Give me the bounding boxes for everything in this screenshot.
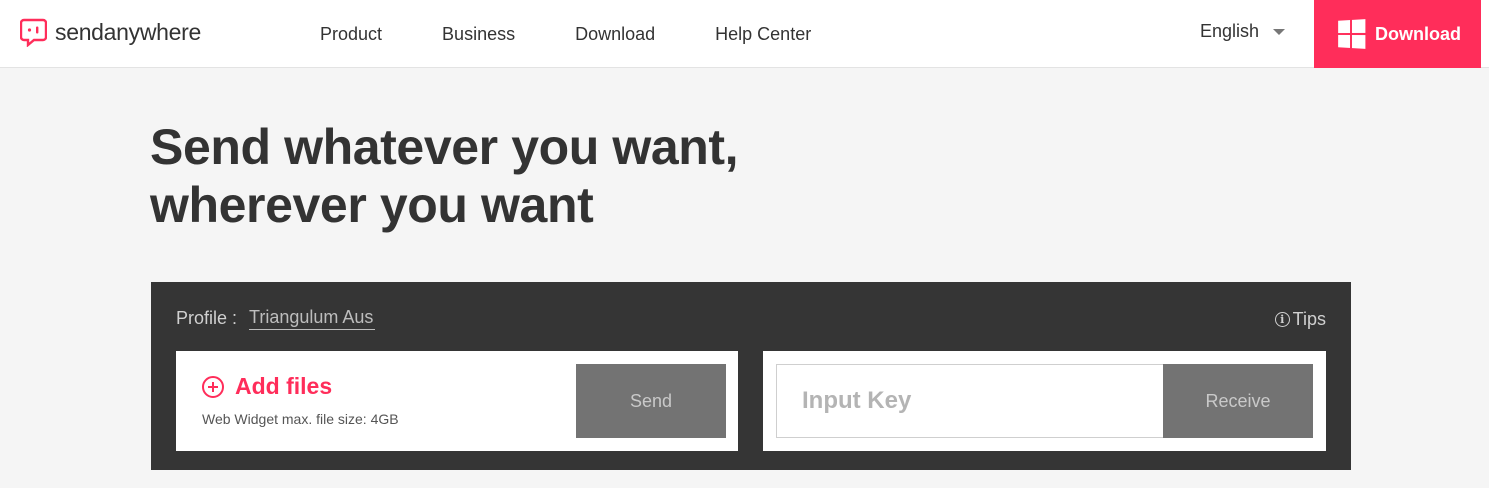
tips-button[interactable]: i Tips xyxy=(1274,309,1326,330)
send-button[interactable]: Send xyxy=(576,364,726,438)
file-size-note: Web Widget max. file size: 4GB xyxy=(202,411,399,427)
add-files-button[interactable]: Add files xyxy=(202,373,332,400)
plus-circle-icon xyxy=(202,375,224,398)
sendanywhere-logo-icon xyxy=(20,18,47,47)
language-selected-label: English xyxy=(1200,20,1260,41)
hero-line-2: wherever you want xyxy=(150,177,594,233)
brand-name: sendanywhere xyxy=(55,18,202,45)
profile-label: Profile : xyxy=(176,308,238,328)
input-key-field[interactable] xyxy=(776,364,1164,438)
profile-row: Profile : Triangulum Aus xyxy=(176,307,376,330)
receive-panel: Receive xyxy=(763,351,1326,451)
brand-logo[interactable]: sendanywhere xyxy=(20,16,201,48)
top-navigation-bar: sendanywhere Product Business Download H… xyxy=(0,0,1489,68)
chevron-down-icon xyxy=(1273,29,1286,35)
nav-item-download[interactable]: Download xyxy=(575,24,655,45)
nav-item-business[interactable]: Business xyxy=(442,24,515,45)
send-panel: Add files Web Widget max. file size: 4GB… xyxy=(176,351,738,451)
transfer-widget: Profile : Triangulum Aus i Tips Add file… xyxy=(151,282,1351,470)
hero-line-1: Send whatever you want, xyxy=(150,119,739,175)
nav-item-product[interactable]: Product xyxy=(320,24,382,45)
profile-name-link[interactable]: Triangulum Aus xyxy=(249,307,376,330)
nav-item-help-center[interactable]: Help Center xyxy=(715,24,811,45)
language-selector[interactable]: English xyxy=(1200,0,1286,62)
receive-button[interactable]: Receive xyxy=(1163,364,1313,438)
tips-label: Tips xyxy=(1292,309,1326,329)
hero-headline: Send whatever you want, wherever you wan… xyxy=(150,118,739,234)
info-icon: i xyxy=(1274,312,1290,327)
header-download-label: Download xyxy=(1375,23,1461,44)
main-nav: Product Business Download Help Center xyxy=(320,0,871,68)
add-files-label: Add files xyxy=(235,373,333,399)
windows-icon xyxy=(1338,19,1366,49)
header-download-button[interactable]: Download xyxy=(1314,0,1481,68)
